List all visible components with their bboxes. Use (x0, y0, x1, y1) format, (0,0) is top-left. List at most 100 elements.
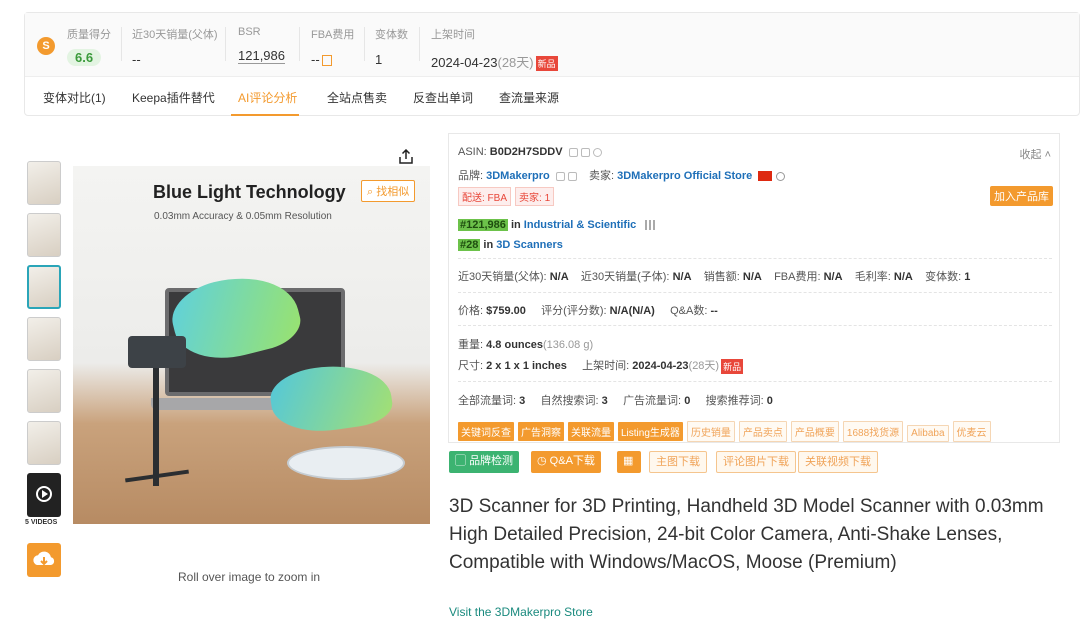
brand-label: 品牌: (458, 170, 484, 182)
main-image-download-button[interactable]: 主图下载 (649, 451, 707, 473)
copy-icon[interactable] (580, 147, 590, 157)
divider (121, 27, 122, 61)
tab-traffic-source[interactable]: 查流量来源 (499, 89, 559, 106)
listed-value: 2024-04-23 (632, 360, 689, 372)
stats-panel: S 质量得分 6.6 近30天销量(父体) -- BSR 121,986 FBA… (24, 12, 1080, 116)
visit-store-link[interactable]: Visit the 3DMakerpro Store (449, 605, 593, 619)
size-label: 尺寸: (458, 360, 484, 372)
thumbnail[interactable] (27, 317, 61, 361)
tab-all-sites[interactable]: 全站点售卖 (327, 89, 387, 106)
rating-value: N/A(N/A) (609, 305, 655, 317)
asin-label: ASIN: (458, 146, 487, 158)
divider (458, 292, 1052, 293)
tab-bar: 变体对比(1) Keepa插件替代 AI评论分析 全站点售卖 反查出单词 查流量… (25, 77, 1079, 117)
brand-check-label: 品牌检测 (469, 455, 514, 467)
review-image-download-button[interactable]: 评论图片下载 (716, 451, 796, 473)
seller-label: 卖家: (589, 170, 615, 182)
divider (458, 258, 1052, 259)
sales30-parent: 近30天销量(父体) -- (132, 26, 218, 67)
brand-link[interactable]: 3DMakerpro (486, 170, 550, 182)
tool-tag[interactable]: Alibaba (907, 425, 949, 442)
tab-keepa[interactable]: Keepa插件替代 (132, 89, 215, 106)
rank-in: in (510, 219, 521, 231)
brand-row: 品牌: 3DMakerpro 卖家: 3DMakerpro Official S… (458, 167, 786, 183)
tab-variant-compare[interactable]: 变体对比(1) (43, 89, 106, 106)
scanner-illustration (128, 336, 186, 368)
tool-tag[interactable]: 历史销量 (686, 421, 735, 442)
qa-value: -- (710, 305, 718, 317)
thumbnail-selected[interactable] (27, 265, 61, 309)
collapse-button[interactable]: 收起 ˄ (1020, 146, 1051, 162)
image-headline: Blue Light Technology (153, 182, 346, 202)
quality-score-label: 质量得分 (67, 29, 111, 41)
bsr-stat: BSR 121,986 (238, 26, 285, 64)
weight-label: 重量: (458, 339, 484, 351)
fba-delivery-tag: 配送: FBA (458, 187, 512, 206)
download-button[interactable] (27, 543, 61, 577)
location-icon[interactable] (776, 171, 786, 181)
rank-category-link[interactable]: 3D Scanners (496, 239, 563, 251)
rank-row-2: #28 in 3D Scanners (458, 239, 563, 251)
price-label: 价格: (458, 305, 484, 317)
weight-value: 4.8 ounces (486, 339, 543, 351)
find-similar-button[interactable]: ⌕ 找相似 (361, 180, 416, 202)
variants-stat: 变体数 1 (375, 26, 408, 67)
seller-count-tag: 卖家: 1 (515, 187, 555, 206)
tool-tag[interactable]: 关联流量 (568, 422, 614, 441)
variants-value: 1 (964, 271, 971, 283)
heart-icon[interactable] (592, 147, 602, 157)
tool-tag[interactable]: 广告洞察 (518, 422, 564, 441)
rating-label: 评分(评分数): (541, 305, 607, 317)
copy-icon[interactable] (568, 147, 578, 157)
related-video-download-button[interactable]: 关联视频下载 (798, 451, 878, 473)
china-flag-icon (758, 171, 773, 182)
calculator-icon[interactable] (321, 55, 332, 67)
variants-value: 1 (375, 52, 383, 67)
thumbnail[interactable] (27, 161, 61, 205)
external-link-icon[interactable] (567, 171, 577, 181)
video-thumbnail[interactable] (27, 473, 61, 517)
calculator-button[interactable]: ▦ (617, 451, 641, 473)
product-main-image[interactable]: Blue Light Technology 0.03mm Accuracy & … (73, 166, 430, 524)
brand-check-button[interactable]: ▢ 品牌检测 (449, 451, 520, 473)
tab-reverse-keywords[interactable]: 反查出单词 (413, 89, 473, 106)
qa-download-button[interactable]: ◷ Q&A下载 (531, 451, 601, 473)
share-icon[interactable] (398, 149, 414, 165)
videos-count-label: 5 VIDEOS (25, 519, 58, 526)
margin-label: 毛利率: (854, 271, 891, 283)
margin-value: N/A (893, 271, 913, 283)
tool-tag[interactable]: 产品概要 (790, 421, 839, 442)
tool-tags: 关键词反查 广告洞察 关联流量 Listing生成器 历史销量 产品卖点 产品概要 1688找… (458, 421, 995, 442)
bsr-value[interactable]: 121,986 (238, 48, 285, 64)
tool-tag[interactable]: Listing生成器 (618, 422, 683, 441)
thumbnail[interactable] (27, 421, 61, 465)
divider (299, 27, 300, 61)
new-badge: 新品 (721, 358, 744, 374)
tool-tag[interactable]: 产品卖点 (738, 421, 787, 442)
revenue-label: 销售额: (703, 271, 740, 283)
play-icon (36, 486, 52, 502)
price-value: $759.00 (486, 305, 526, 317)
thumbnail[interactable] (27, 213, 61, 257)
add-to-library-button[interactable]: 加入产品库 (990, 186, 1053, 206)
rank-category-link[interactable]: Industrial & Scientific (524, 219, 636, 231)
tool-tag[interactable]: 关键词反查 (458, 422, 514, 441)
fba-stat: FBA费用 -- (311, 26, 354, 67)
qa-label: Q&A数: (670, 305, 708, 317)
tool-tag[interactable]: 优麦云 (952, 421, 991, 442)
kw-organic-value: 3 (601, 395, 608, 407)
tab-ai-review[interactable]: AI评论分析 (238, 89, 297, 106)
size-value: 2 x 1 x 1 inches (486, 360, 567, 372)
fba-fee-label: FBA费用: (774, 271, 821, 283)
fba-fee-value: N/A (823, 271, 843, 283)
tool-tag[interactable]: 1688找货源 (842, 421, 904, 442)
bar-chart-icon[interactable] (645, 220, 657, 231)
listed-stat: 上架时间 2024-04-23(28天) 新品 (431, 26, 558, 72)
thumbnail[interactable] (27, 369, 61, 413)
seller-link[interactable]: 3DMakerpro Official Store (617, 170, 752, 182)
copy-icon[interactable] (555, 171, 565, 181)
sales-parent-value: N/A (549, 271, 569, 283)
divider (225, 27, 226, 61)
product-info-panel: ASIN: B0D2H7SDDV 收起 ˄ 品牌: 3DMakerpro 卖家:… (448, 133, 1060, 443)
revenue-value: N/A (742, 271, 762, 283)
